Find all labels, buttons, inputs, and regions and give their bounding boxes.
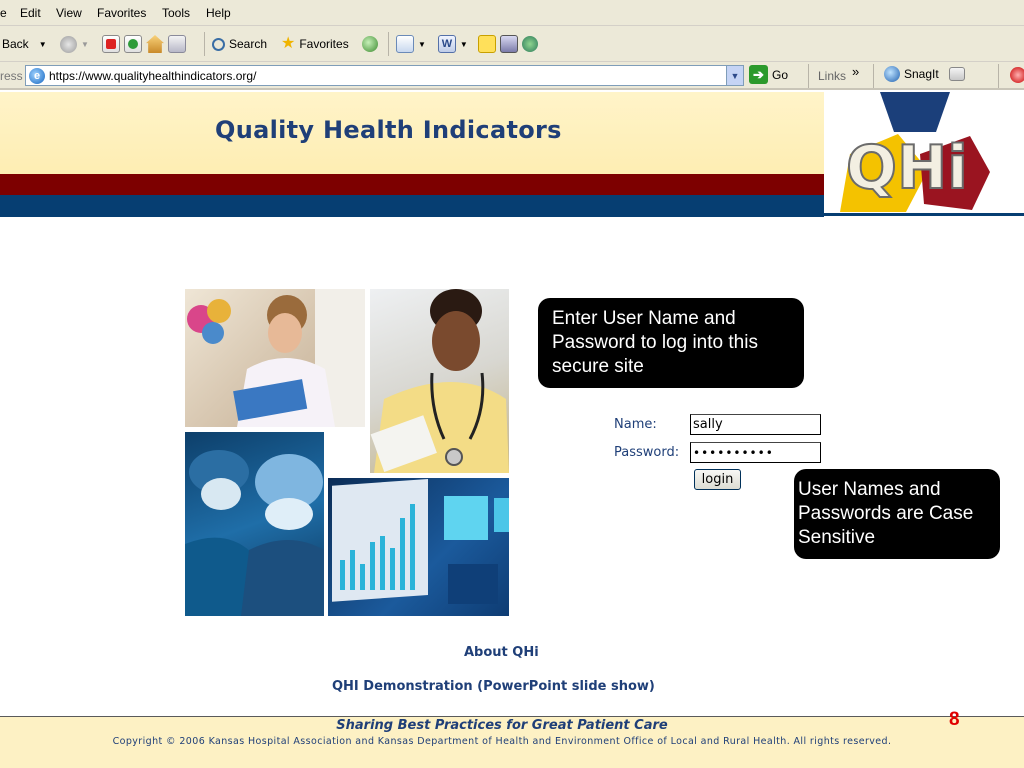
forward-button[interactable]: ▼ bbox=[60, 33, 89, 55]
chevron-down-icon[interactable]: ▼ bbox=[726, 66, 743, 85]
snagit-icon bbox=[884, 66, 900, 82]
back-button[interactable]: Back ▼ bbox=[2, 33, 47, 55]
monitor-illustration bbox=[332, 479, 509, 604]
mail-icon[interactable] bbox=[396, 35, 414, 53]
menu-file[interactable]: e bbox=[0, 6, 7, 20]
login-hint-callout: Enter User Name and Password to log into… bbox=[538, 298, 804, 388]
footer-tagline: Sharing Best Practices for Great Patient… bbox=[336, 718, 668, 733]
menu-view[interactable]: View bbox=[56, 6, 82, 20]
address-label: ress bbox=[0, 69, 23, 83]
menu-favorites[interactable]: Favorites bbox=[97, 6, 146, 20]
toolbar-separator bbox=[204, 32, 205, 56]
favorites-button[interactable]: ★ Favorites bbox=[281, 33, 349, 55]
qhi-logo-graphic: QHi bbox=[840, 92, 990, 212]
search-button[interactable]: Search bbox=[212, 33, 267, 55]
tool-icons: ▼ W ▼ bbox=[396, 33, 538, 55]
chevron-down-icon[interactable]: ▼ bbox=[418, 40, 426, 49]
back-label: Back bbox=[2, 37, 29, 51]
url-input[interactable]: e https://www.qualityhealthindicators.or… bbox=[25, 65, 744, 86]
photo-surgeons bbox=[185, 432, 324, 616]
stop-icon[interactable] bbox=[102, 35, 120, 53]
star-icon: ★ bbox=[281, 35, 296, 52]
login-button[interactable]: login bbox=[694, 469, 741, 490]
snagit-label: SnagIt bbox=[904, 67, 939, 81]
qhi-logo: QHi bbox=[824, 92, 1024, 214]
toolbar-separator bbox=[873, 64, 874, 88]
favorites-label: Favorites bbox=[299, 37, 349, 51]
photo-chart-monitor bbox=[328, 478, 509, 616]
toolbar-extra-icon[interactable] bbox=[1010, 67, 1024, 83]
patient-illustration bbox=[187, 289, 365, 427]
case-sensitive-callout: User Names and Passwords are Case Sensit… bbox=[794, 469, 1000, 559]
username-input[interactable] bbox=[690, 414, 821, 435]
forward-arrow-icon bbox=[60, 35, 77, 53]
footer-copyright: Copyright © 2006 Kansas Hospital Associa… bbox=[112, 736, 892, 747]
home-icon[interactable] bbox=[146, 35, 164, 53]
url-text: https://www.qualityhealthindicators.org/ bbox=[49, 68, 257, 83]
banner-red-stripe bbox=[0, 174, 824, 195]
messenger-icon[interactable] bbox=[521, 36, 538, 52]
go-button[interactable]: ➔ Go bbox=[749, 65, 788, 84]
word-icon[interactable]: W bbox=[437, 35, 456, 53]
site-title: Quality Health Indicators bbox=[215, 116, 562, 144]
capture-icon[interactable] bbox=[948, 67, 965, 81]
go-label: Go bbox=[772, 67, 789, 82]
history-icon[interactable] bbox=[362, 36, 378, 52]
menu-tools[interactable]: Tools bbox=[162, 6, 190, 20]
toolbar-separator bbox=[808, 64, 809, 88]
slide-number: 8 bbox=[949, 709, 960, 730]
browser-menubar: e Edit View Favorites Tools Help bbox=[0, 0, 1024, 26]
address-bar: ress e https://www.qualityhealthindicato… bbox=[0, 62, 1024, 90]
menu-edit[interactable]: Edit bbox=[20, 6, 41, 20]
qhi-logo-text: QHi bbox=[846, 133, 968, 203]
about-qhi-link[interactable]: About QHi bbox=[464, 645, 539, 660]
chevron-down-icon[interactable]: ▼ bbox=[460, 40, 468, 49]
banner-rule bbox=[824, 213, 1024, 216]
banner-blue-stripe bbox=[0, 195, 824, 217]
snagit-button[interactable]: SnagIt bbox=[884, 66, 965, 82]
nav-icons bbox=[102, 33, 186, 55]
browser-toolbar: Back ▼ ▼ Search ★ Favorites ▼ W ▼ bbox=[0, 26, 1024, 62]
refresh-icon[interactable] bbox=[124, 35, 142, 53]
photo-patient-reading bbox=[185, 289, 365, 427]
menu-help[interactable]: Help bbox=[206, 6, 231, 20]
print-icon[interactable] bbox=[168, 35, 186, 53]
password-input[interactable] bbox=[690, 442, 821, 463]
chevron-down-icon[interactable]: ▼ bbox=[39, 40, 47, 49]
photo-nurse bbox=[370, 289, 509, 473]
note-icon[interactable] bbox=[477, 35, 496, 53]
extra-icons bbox=[362, 33, 378, 55]
chevron-down-icon[interactable]: ▼ bbox=[81, 40, 89, 49]
nurse-illustration bbox=[370, 289, 509, 473]
search-icon bbox=[212, 37, 225, 51]
name-label: Name: bbox=[614, 417, 657, 432]
research-icon[interactable] bbox=[499, 35, 518, 53]
chevron-right-icon[interactable]: » bbox=[852, 64, 859, 79]
password-label: Password: bbox=[614, 445, 680, 460]
surgeons-illustration bbox=[185, 450, 324, 616]
search-label: Search bbox=[229, 37, 268, 51]
toolbar-separator bbox=[388, 32, 389, 56]
toolbar-separator bbox=[998, 64, 999, 88]
links-label[interactable]: Links bbox=[818, 69, 846, 83]
go-arrow-icon: ➔ bbox=[749, 65, 768, 84]
ie-page-icon: e bbox=[29, 67, 45, 84]
demo-slideshow-link[interactable]: QHI Demonstration (PowerPoint slide show… bbox=[332, 679, 655, 694]
